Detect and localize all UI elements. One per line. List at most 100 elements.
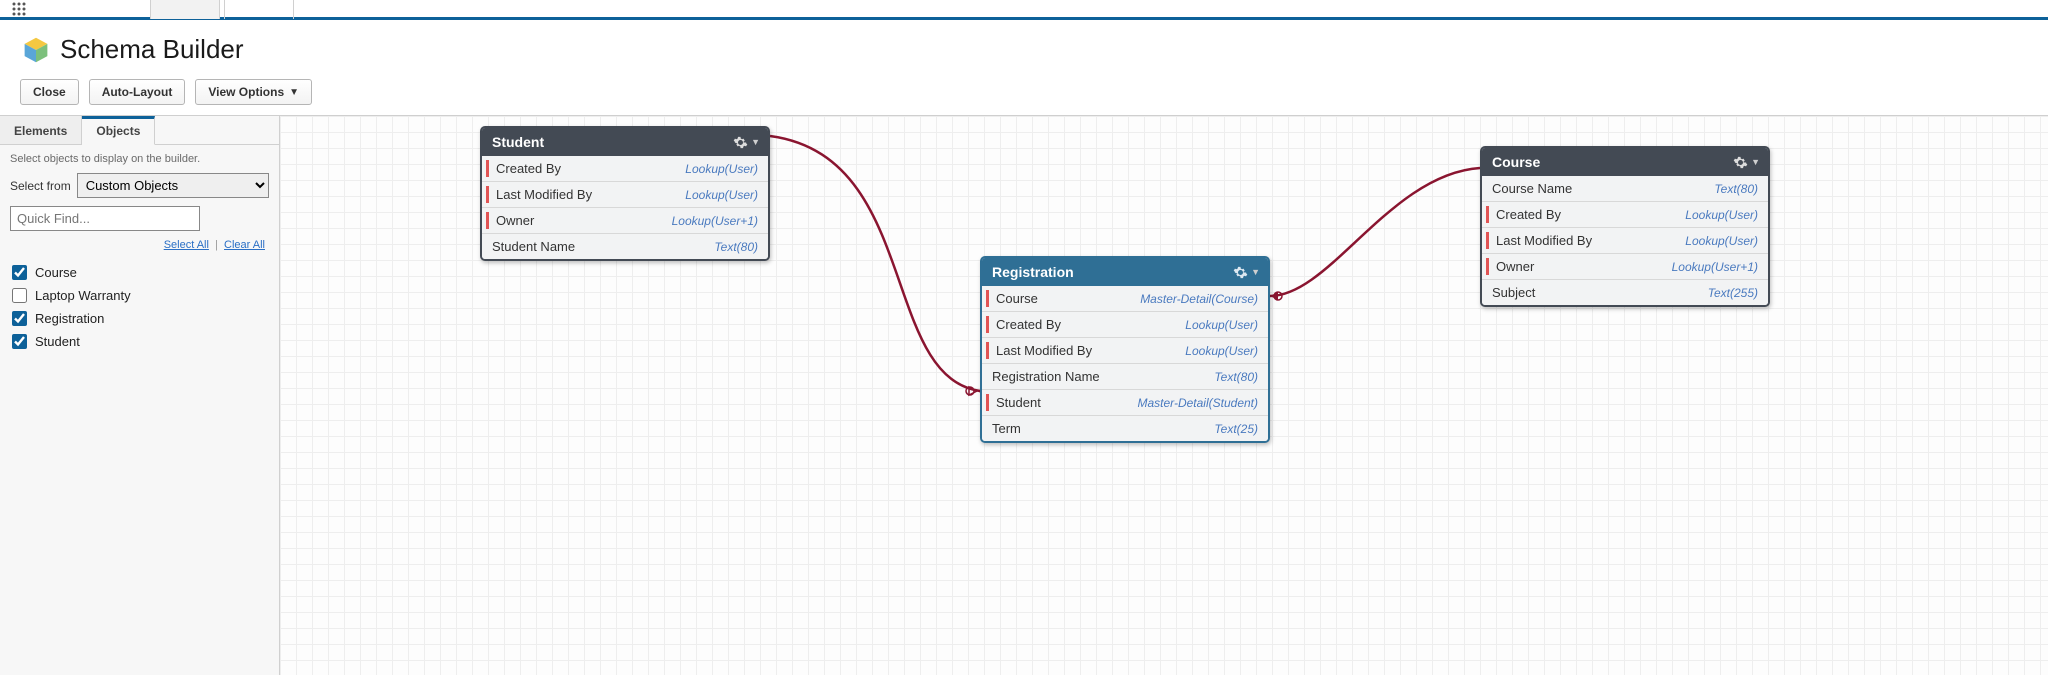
workspace: Elements Objects Select objects to displ… (0, 115, 2048, 675)
quick-find-input[interactable] (10, 206, 200, 231)
top-tab-2[interactable] (224, 0, 294, 19)
field-row[interactable]: Student Master-Detail(Student) (982, 390, 1268, 416)
field-type: Text(25) (1214, 422, 1258, 436)
field-name: Last Modified By (996, 343, 1092, 358)
object-checkbox[interactable] (12, 288, 27, 303)
close-button[interactable]: Close (20, 79, 79, 105)
field-type: Lookup(User) (1685, 234, 1758, 248)
field-name: Course Name (1492, 181, 1572, 196)
sidebar-help-text: Select objects to display on the builder… (10, 153, 269, 165)
field-type: Text(255) (1708, 286, 1758, 300)
node-course[interactable]: Course ▼ Course Name Text(80) Created By Lo… (1480, 146, 1770, 307)
sidebar-body: Select objects to display on the builder… (0, 145, 279, 361)
gear-icon (1733, 155, 1748, 170)
clear-all-link[interactable]: Clear All (224, 239, 265, 251)
field-name: Subject (1492, 285, 1535, 300)
field-row[interactable]: TermText(25) (982, 416, 1268, 441)
sidebar: Elements Objects Select objects to displ… (0, 116, 280, 675)
object-label: Student (35, 334, 80, 349)
node-registration-menu[interactable]: ▼ (1233, 265, 1260, 280)
object-list-item: Course (10, 261, 269, 284)
field-row[interactable]: Subject Text(255) (1482, 280, 1768, 305)
field-row[interactable]: Owner Lookup(User+1) (482, 208, 768, 234)
field-name: Course (996, 291, 1038, 306)
select-from-row: Select from Custom Objects (10, 173, 269, 198)
field-row[interactable]: Registration Name Text(80) (982, 364, 1268, 390)
select-links: Select All | Clear All (10, 231, 269, 261)
object-list-item: Student (10, 330, 269, 353)
object-label: Registration (35, 311, 104, 326)
object-checkbox[interactable] (12, 265, 27, 280)
view-options-button[interactable]: View Options ▼ (195, 79, 312, 105)
field-row[interactable]: Last Modified By Lookup(User) (982, 338, 1268, 364)
field-row[interactable]: Course Master-Detail(Course) (982, 286, 1268, 312)
caret-down-icon: ▼ (1751, 157, 1760, 167)
object-checkbox[interactable] (12, 334, 27, 349)
field-name: Created By (1496, 207, 1561, 222)
view-options-label: View Options (208, 85, 284, 99)
tab-filler (155, 116, 279, 145)
auto-layout-button[interactable]: Auto-Layout (89, 79, 186, 105)
caret-down-icon: ▼ (751, 137, 760, 147)
caret-down-icon: ▼ (1251, 267, 1260, 277)
node-registration-title: Registration (992, 264, 1074, 280)
object-list: Course Laptop Warranty Registration Student (10, 261, 269, 353)
tab-elements[interactable]: Elements (0, 116, 82, 145)
object-label: Laptop Warranty (35, 288, 131, 303)
select-all-link[interactable]: Select All (164, 239, 209, 251)
node-student-title: Student (492, 134, 544, 150)
field-type: Lookup(User) (685, 188, 758, 202)
node-student-menu[interactable]: ▼ (733, 135, 760, 150)
node-course-title: Course (1492, 154, 1540, 170)
field-name: Registration Name (992, 369, 1100, 384)
object-label: Course (35, 265, 77, 280)
field-type: Lookup(User) (1185, 344, 1258, 358)
select-from-dropdown[interactable]: Custom Objects (77, 173, 269, 198)
gear-icon (1233, 265, 1248, 280)
field-name: Student Name (492, 239, 575, 254)
field-name: Last Modified By (496, 187, 592, 202)
node-course-header[interactable]: Course ▼ (1482, 148, 1768, 176)
field-type: Master-Detail(Course) (1140, 292, 1258, 306)
object-list-item: Laptop Warranty (10, 284, 269, 307)
caret-down-icon: ▼ (289, 87, 299, 98)
schema-builder-icon (22, 36, 50, 64)
node-student-header[interactable]: Student ▼ (482, 128, 768, 156)
field-type: Lookup(User) (1685, 208, 1758, 222)
field-type: Lookup(User) (685, 162, 758, 176)
field-row[interactable]: OwnerLookup(User+1) (1482, 254, 1768, 280)
field-row[interactable]: Created ByLookup(User) (982, 312, 1268, 338)
top-tab-active[interactable] (150, 0, 220, 19)
tab-objects[interactable]: Objects (82, 116, 155, 145)
page-header: Schema Builder (0, 20, 2048, 73)
field-type: Text(80) (1714, 182, 1758, 196)
field-name: Created By (496, 161, 561, 176)
node-course-menu[interactable]: ▼ (1733, 155, 1760, 170)
field-row[interactable]: Last Modified By Lookup(User) (1482, 228, 1768, 254)
gear-icon (733, 135, 748, 150)
toolbar: Close Auto-Layout View Options ▼ (0, 73, 2048, 115)
object-list-item: Registration (10, 307, 269, 330)
field-name: Owner (1496, 259, 1534, 274)
field-type: Text(80) (714, 240, 758, 254)
node-registration[interactable]: Registration ▼ Course Master-Detail(Cours… (980, 256, 1270, 443)
field-name: Last Modified By (1496, 233, 1592, 248)
field-name: Created By (996, 317, 1061, 332)
field-row[interactable]: Student Name Text(80) (482, 234, 768, 259)
field-row[interactable]: Last Modified By Lookup(User) (482, 182, 768, 208)
node-registration-header[interactable]: Registration ▼ (982, 258, 1268, 286)
canvas[interactable]: Student ▼ Created ByLookup(User)Last Mod… (280, 116, 2048, 675)
field-name: Student (996, 395, 1041, 410)
object-checkbox[interactable] (12, 311, 27, 326)
field-row[interactable]: Created By Lookup(User) (1482, 202, 1768, 228)
field-type: Lookup(User+1) (672, 214, 758, 228)
field-row[interactable]: Created By Lookup(User) (482, 156, 768, 182)
page-title: Schema Builder (60, 34, 244, 65)
node-student[interactable]: Student ▼ Created ByLookup(User)Last Mod… (480, 126, 770, 261)
select-from-label: Select from (10, 179, 71, 193)
field-row[interactable]: Course Name Text(80) (1482, 176, 1768, 202)
field-type: Text(80) (1214, 370, 1258, 384)
field-type: Master-Detail(Student) (1138, 396, 1259, 410)
app-launcher-icon[interactable] (12, 2, 26, 16)
field-name: Owner (496, 213, 534, 228)
